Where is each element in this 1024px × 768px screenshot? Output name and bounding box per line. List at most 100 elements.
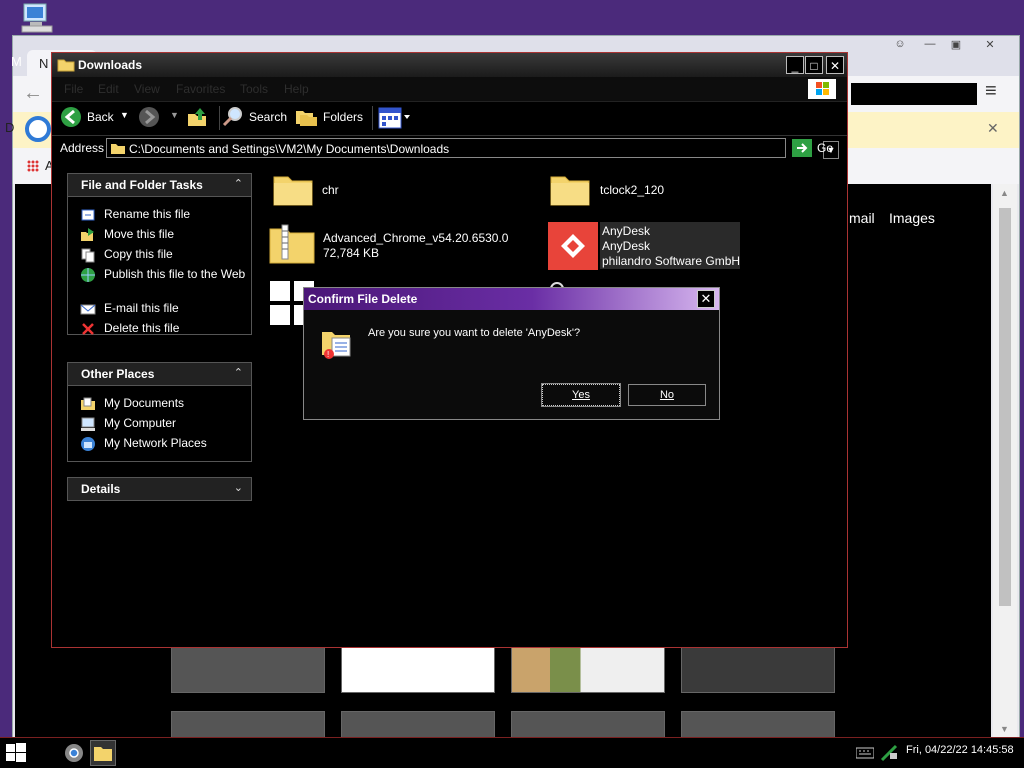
expand-icon[interactable]: ⌄ <box>234 481 243 494</box>
details-header[interactable]: Details ⌄ <box>68 478 251 500</box>
forward-dropdown-icon[interactable]: ▼ <box>170 110 179 120</box>
zip-folder-icon <box>269 224 315 264</box>
restore-button[interactable]: ▣ <box>945 38 967 52</box>
start-button[interactable] <box>6 743 26 766</box>
most-visited-tile[interactable] <box>341 711 495 739</box>
menu-file[interactable]: File <box>64 82 83 96</box>
go-label: Go <box>817 141 834 155</box>
info-bar-text: D <box>5 120 15 135</box>
most-visited-tile[interactable] <box>681 647 835 693</box>
folders-button[interactable] <box>295 106 319 131</box>
file-folder-tasks-panel: File and Folder Tasks ⌃ Rename this file… <box>67 173 252 335</box>
collapse-icon[interactable]: ⌃ <box>234 366 243 379</box>
views-button[interactable] <box>378 107 412 132</box>
menu-icon[interactable]: ≡ <box>985 80 997 103</box>
my-computer-icon <box>81 417 95 431</box>
back-button[interactable] <box>60 106 82 131</box>
details-title: Details <box>81 482 121 496</box>
search-label[interactable]: Search <box>249 110 287 124</box>
file-item-anydesk[interactable]: AnyDesk AnyDesk philandro Software GmbH <box>546 221 740 270</box>
keyboard-tray-icon[interactable] <box>855 747 875 762</box>
network-tray-icon[interactable] <box>880 744 898 765</box>
copy-icon <box>81 248 95 263</box>
file-company: philandro Software GmbH <box>602 254 741 268</box>
file-item-tclock[interactable]: tclock2_120 <box>549 169 749 213</box>
file-size: 72,784 KB <box>323 246 380 260</box>
back-arrow-icon <box>61 107 81 127</box>
chrome-icon <box>25 116 51 142</box>
back-label[interactable]: Back <box>87 110 114 124</box>
my-computer-desktop-icon[interactable] <box>20 2 56 34</box>
most-visited-tile[interactable] <box>341 647 495 693</box>
file-item-advanced-chrome[interactable]: Advanced_Chrome_v54.20.6530.0 72,784 KB <box>268 221 528 267</box>
explorer-title-bar[interactable]: Downloads _ □ ✕ <box>52 53 847 77</box>
most-visited-tile[interactable] <box>681 711 835 739</box>
minimize-button[interactable]: — <box>919 38 941 52</box>
forward-arrow-icon <box>139 107 159 127</box>
dialog-title-bar[interactable]: Confirm File Delete ✕ <box>304 288 719 310</box>
profile-icon[interactable]: ☺ <box>889 38 911 52</box>
other-places-title: Other Places <box>81 367 155 381</box>
file-name: chr <box>322 183 339 197</box>
most-visited-tile[interactable] <box>511 711 665 739</box>
menu-view[interactable]: View <box>134 82 160 96</box>
most-visited-tile[interactable] <box>511 647 665 693</box>
file-item-chr[interactable]: chr <box>272 169 472 213</box>
file-name: tclock2_120 <box>600 183 665 197</box>
back-dropdown-icon[interactable]: ▼ <box>120 110 129 120</box>
system-clock[interactable]: Fri, 04/22/22 14:45:58 <box>906 744 1014 756</box>
menu-favorites[interactable]: Favorites <box>176 82 225 96</box>
views-icon <box>378 107 410 129</box>
move-icon <box>81 228 94 241</box>
page-scrollbar[interactable]: ▲ ▼ <box>993 184 1017 738</box>
browser-m-label: M <box>11 54 22 69</box>
folder-icon <box>273 176 313 206</box>
email-icon <box>80 304 96 315</box>
folders-label[interactable]: Folders <box>323 110 363 124</box>
menu-edit[interactable]: Edit <box>98 82 119 96</box>
explorer-taskbar-button[interactable] <box>90 740 116 766</box>
forward-button[interactable] <box>138 106 160 131</box>
menu-bar: File Edit View Favorites Tools Help <box>52 77 847 102</box>
other-places-header[interactable]: Other Places ⌃ <box>68 363 251 386</box>
windows-logo-icon <box>808 79 836 99</box>
maximize-button[interactable]: □ <box>805 56 823 74</box>
gmail-link[interactable]: mail <box>849 210 875 226</box>
toolbar-separator <box>372 106 373 130</box>
scroll-up-icon[interactable]: ▲ <box>1000 188 1009 198</box>
menu-tools[interactable]: Tools <box>240 82 268 96</box>
rename-icon <box>81 209 95 221</box>
up-folder-button[interactable] <box>186 106 208 131</box>
tasks-panel-header[interactable]: File and Folder Tasks ⌃ <box>68 174 251 197</box>
omnibox-input[interactable] <box>851 83 977 105</box>
close-button[interactable]: ✕ <box>826 56 844 74</box>
network-places-icon <box>81 437 95 451</box>
minimize-button[interactable]: _ <box>786 56 804 74</box>
search-button[interactable] <box>222 106 244 131</box>
address-path: C:\Documents and Settings\VM2\My Documen… <box>129 142 450 156</box>
folder-icon <box>550 176 590 206</box>
most-visited-tile[interactable] <box>171 647 325 693</box>
most-visited-tile[interactable] <box>171 711 325 739</box>
close-icon[interactable]: ✕ <box>979 38 1001 52</box>
toolbar-separator <box>219 106 220 130</box>
no-button[interactable]: No <box>628 384 706 406</box>
svg-text:!: ! <box>327 350 329 359</box>
collapse-icon[interactable]: ⌃ <box>234 177 243 190</box>
address-input[interactable]: C:\Documents and Settings\VM2\My Documen… <box>106 138 839 159</box>
images-link[interactable]: Images <box>889 210 935 226</box>
chrome-taskbar-icon[interactable] <box>64 743 84 766</box>
folder-icon <box>57 57 75 75</box>
folder-icon <box>94 747 112 761</box>
back-arrow-icon[interactable]: ← <box>23 82 43 105</box>
file-name: AnyDesk <box>602 224 651 238</box>
yes-button[interactable]: Yes <box>541 383 621 407</box>
file-name: Advanced_Chrome_v54.20.6530.0 <box>323 231 509 245</box>
folder-icon <box>110 141 126 158</box>
apps-grid-icon[interactable] <box>27 160 39 172</box>
scrollbar-thumb[interactable] <box>999 208 1011 606</box>
close-info-bar-icon[interactable]: ✕ <box>987 120 999 137</box>
scroll-down-icon[interactable]: ▼ <box>1000 724 1009 734</box>
close-icon[interactable]: ✕ <box>697 290 715 308</box>
menu-help[interactable]: Help <box>284 82 309 96</box>
